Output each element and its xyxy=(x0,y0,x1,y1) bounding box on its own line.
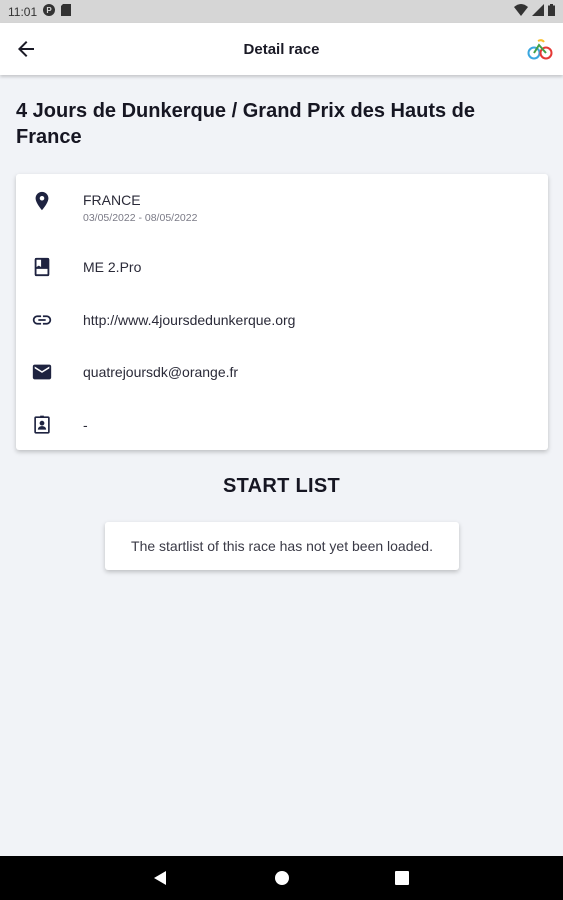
mail-icon xyxy=(31,361,53,383)
status-time: 11:01 xyxy=(8,4,38,19)
race-dates: 03/05/2022 - 08/05/2022 xyxy=(83,212,198,224)
race-category: ME 2.Pro xyxy=(83,259,142,275)
status-bar: 11:01 P xyxy=(0,0,563,23)
startlist-empty-message: The startlist of this race has not yet b… xyxy=(131,538,433,554)
location-pin-icon xyxy=(31,190,53,212)
back-triangle-icon[interactable] xyxy=(151,868,171,888)
home-circle-icon[interactable] xyxy=(272,868,292,888)
startlist-empty-card: The startlist of this race has not yet b… xyxy=(105,522,459,570)
svg-text:P: P xyxy=(46,6,52,15)
app-bar: Detail race xyxy=(0,23,563,75)
page-title: Detail race xyxy=(243,40,320,58)
race-country: FRANCE xyxy=(83,192,141,208)
wifi-icon xyxy=(514,4,528,19)
race-contact: - xyxy=(83,417,88,433)
race-website-link[interactable]: http://www.4joursdedunkerque.org xyxy=(83,312,295,328)
system-nav-bar xyxy=(0,856,563,900)
battery-icon xyxy=(548,4,555,19)
link-icon xyxy=(31,309,53,331)
cycling-app-logo xyxy=(527,36,553,62)
arrow-back-icon[interactable] xyxy=(14,37,38,61)
race-info-card: FRANCE 03/05/2022 - 08/05/2022 ME 2.Pro … xyxy=(16,174,548,450)
p-icon: P xyxy=(43,4,56,19)
signal-icon xyxy=(532,4,544,19)
race-title: 4 Jours de Dunkerque / Grand Prix des Ha… xyxy=(16,100,476,148)
start-list-heading: START LIST xyxy=(222,475,341,497)
recents-square-icon[interactable] xyxy=(392,868,412,888)
sd-card-icon xyxy=(61,4,72,19)
race-email-link[interactable]: quatrejoursdk@orange.fr xyxy=(83,364,238,380)
bookmark-icon xyxy=(31,256,53,278)
contact-card-icon xyxy=(31,414,53,436)
